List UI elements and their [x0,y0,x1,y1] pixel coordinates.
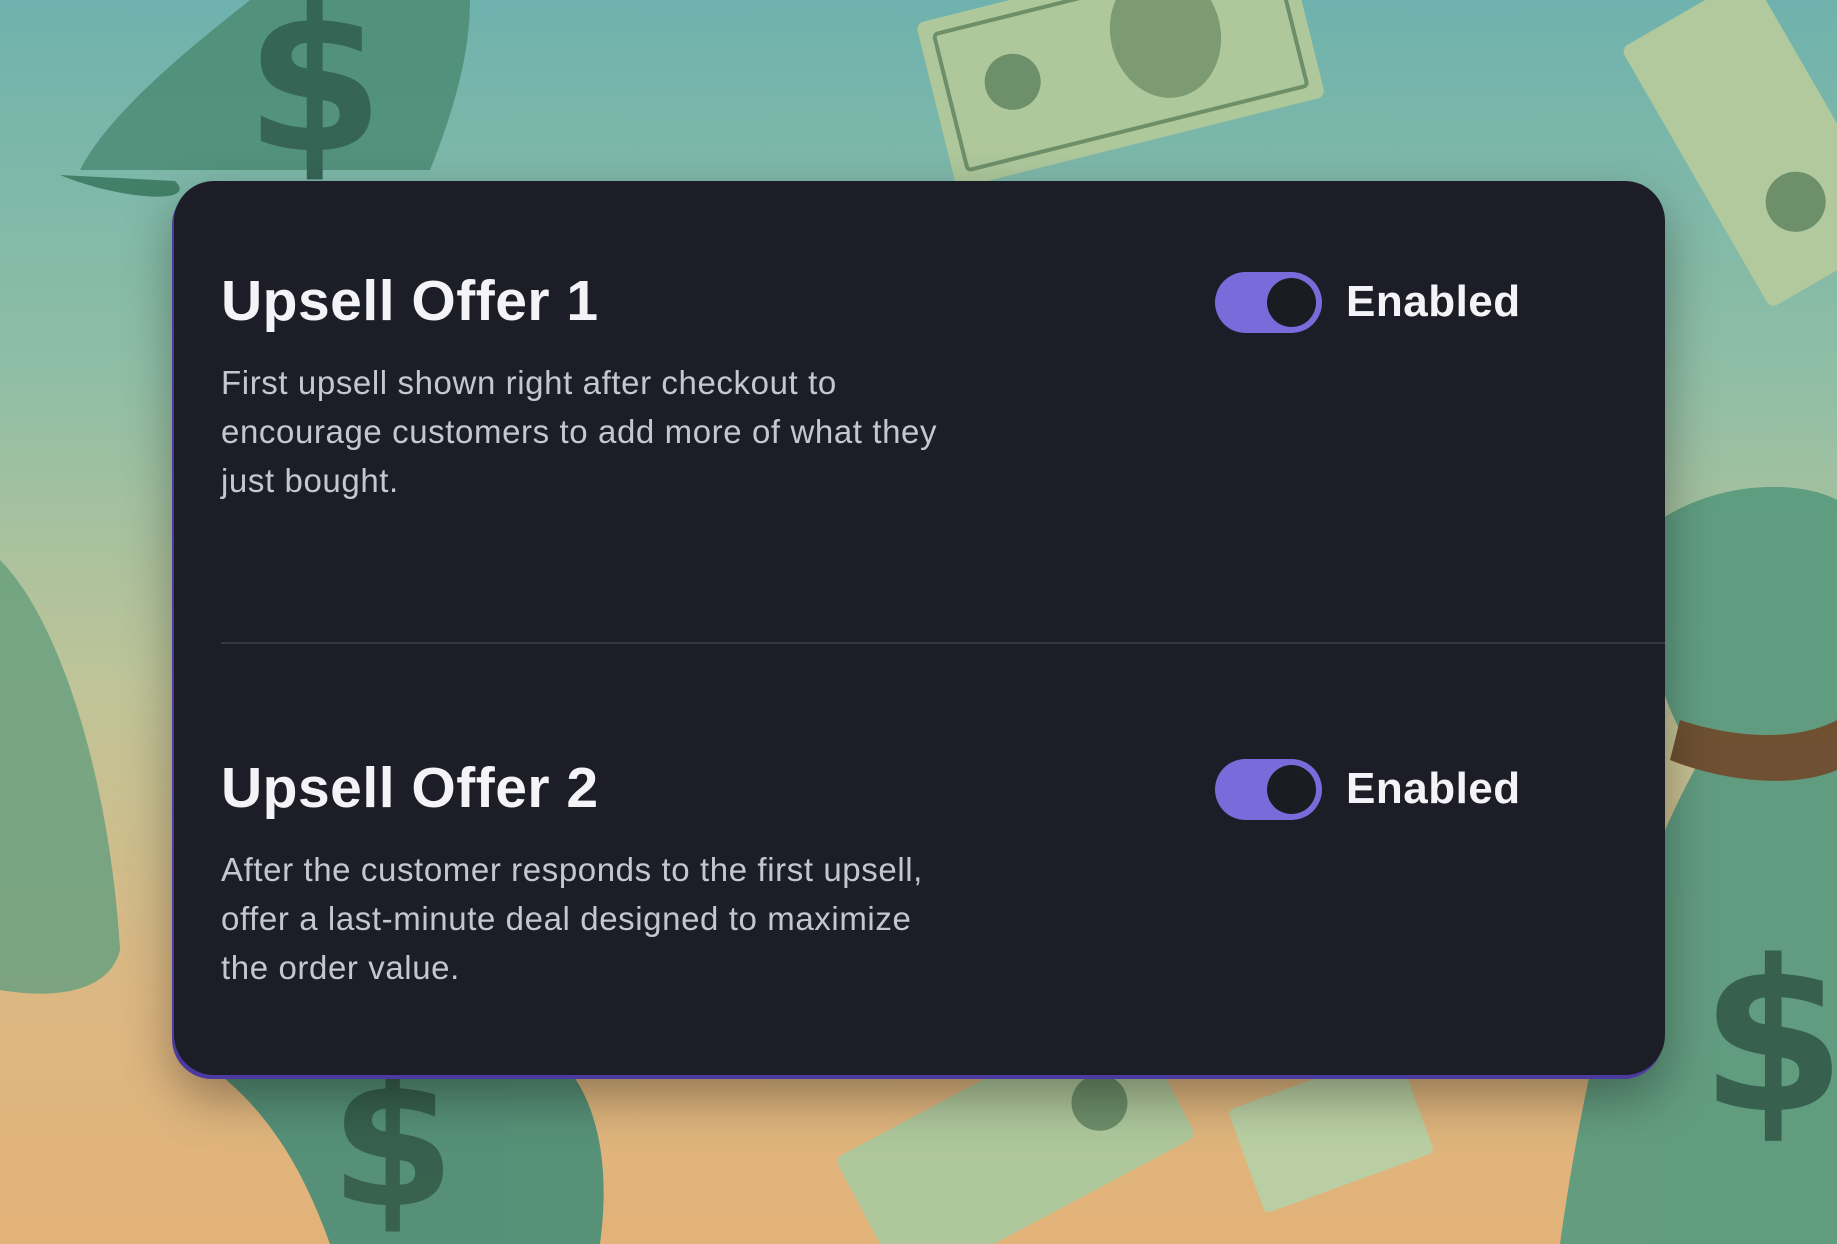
upsell-offer-2: Upsell Offer 2 After the customer respon… [221,753,1665,992]
offer-1-enabled-toggle[interactable] [1215,271,1322,333]
offer-description: After the customer responds to the first… [221,851,923,986]
toggle-knob [1267,277,1316,327]
upsell-offers-card: Upsell Offer 1 First upsell shown right … [174,181,1665,1075]
svg-text:$: $ [245,0,384,198]
money-bag-icon: $ [60,0,470,198]
dollar-bill-icon [917,0,1324,187]
money-bag-icon [0,560,120,994]
svg-text:$: $ [1700,915,1837,1160]
toggle-label: Enabled [1346,277,1521,326]
offer-2-toggle-group: Enabled [1215,757,1521,821]
toggle-knob [1267,764,1316,814]
offer-1-toggle-group: Enabled [1215,270,1521,334]
section-divider [221,642,1665,644]
offer-description: First upsell shown right after checkout … [221,364,938,499]
offer-2-enabled-toggle[interactable] [1215,758,1322,820]
upsell-offer-1: Upsell Offer 1 First upsell shown right … [221,266,1665,505]
toggle-label: Enabled [1346,764,1521,813]
